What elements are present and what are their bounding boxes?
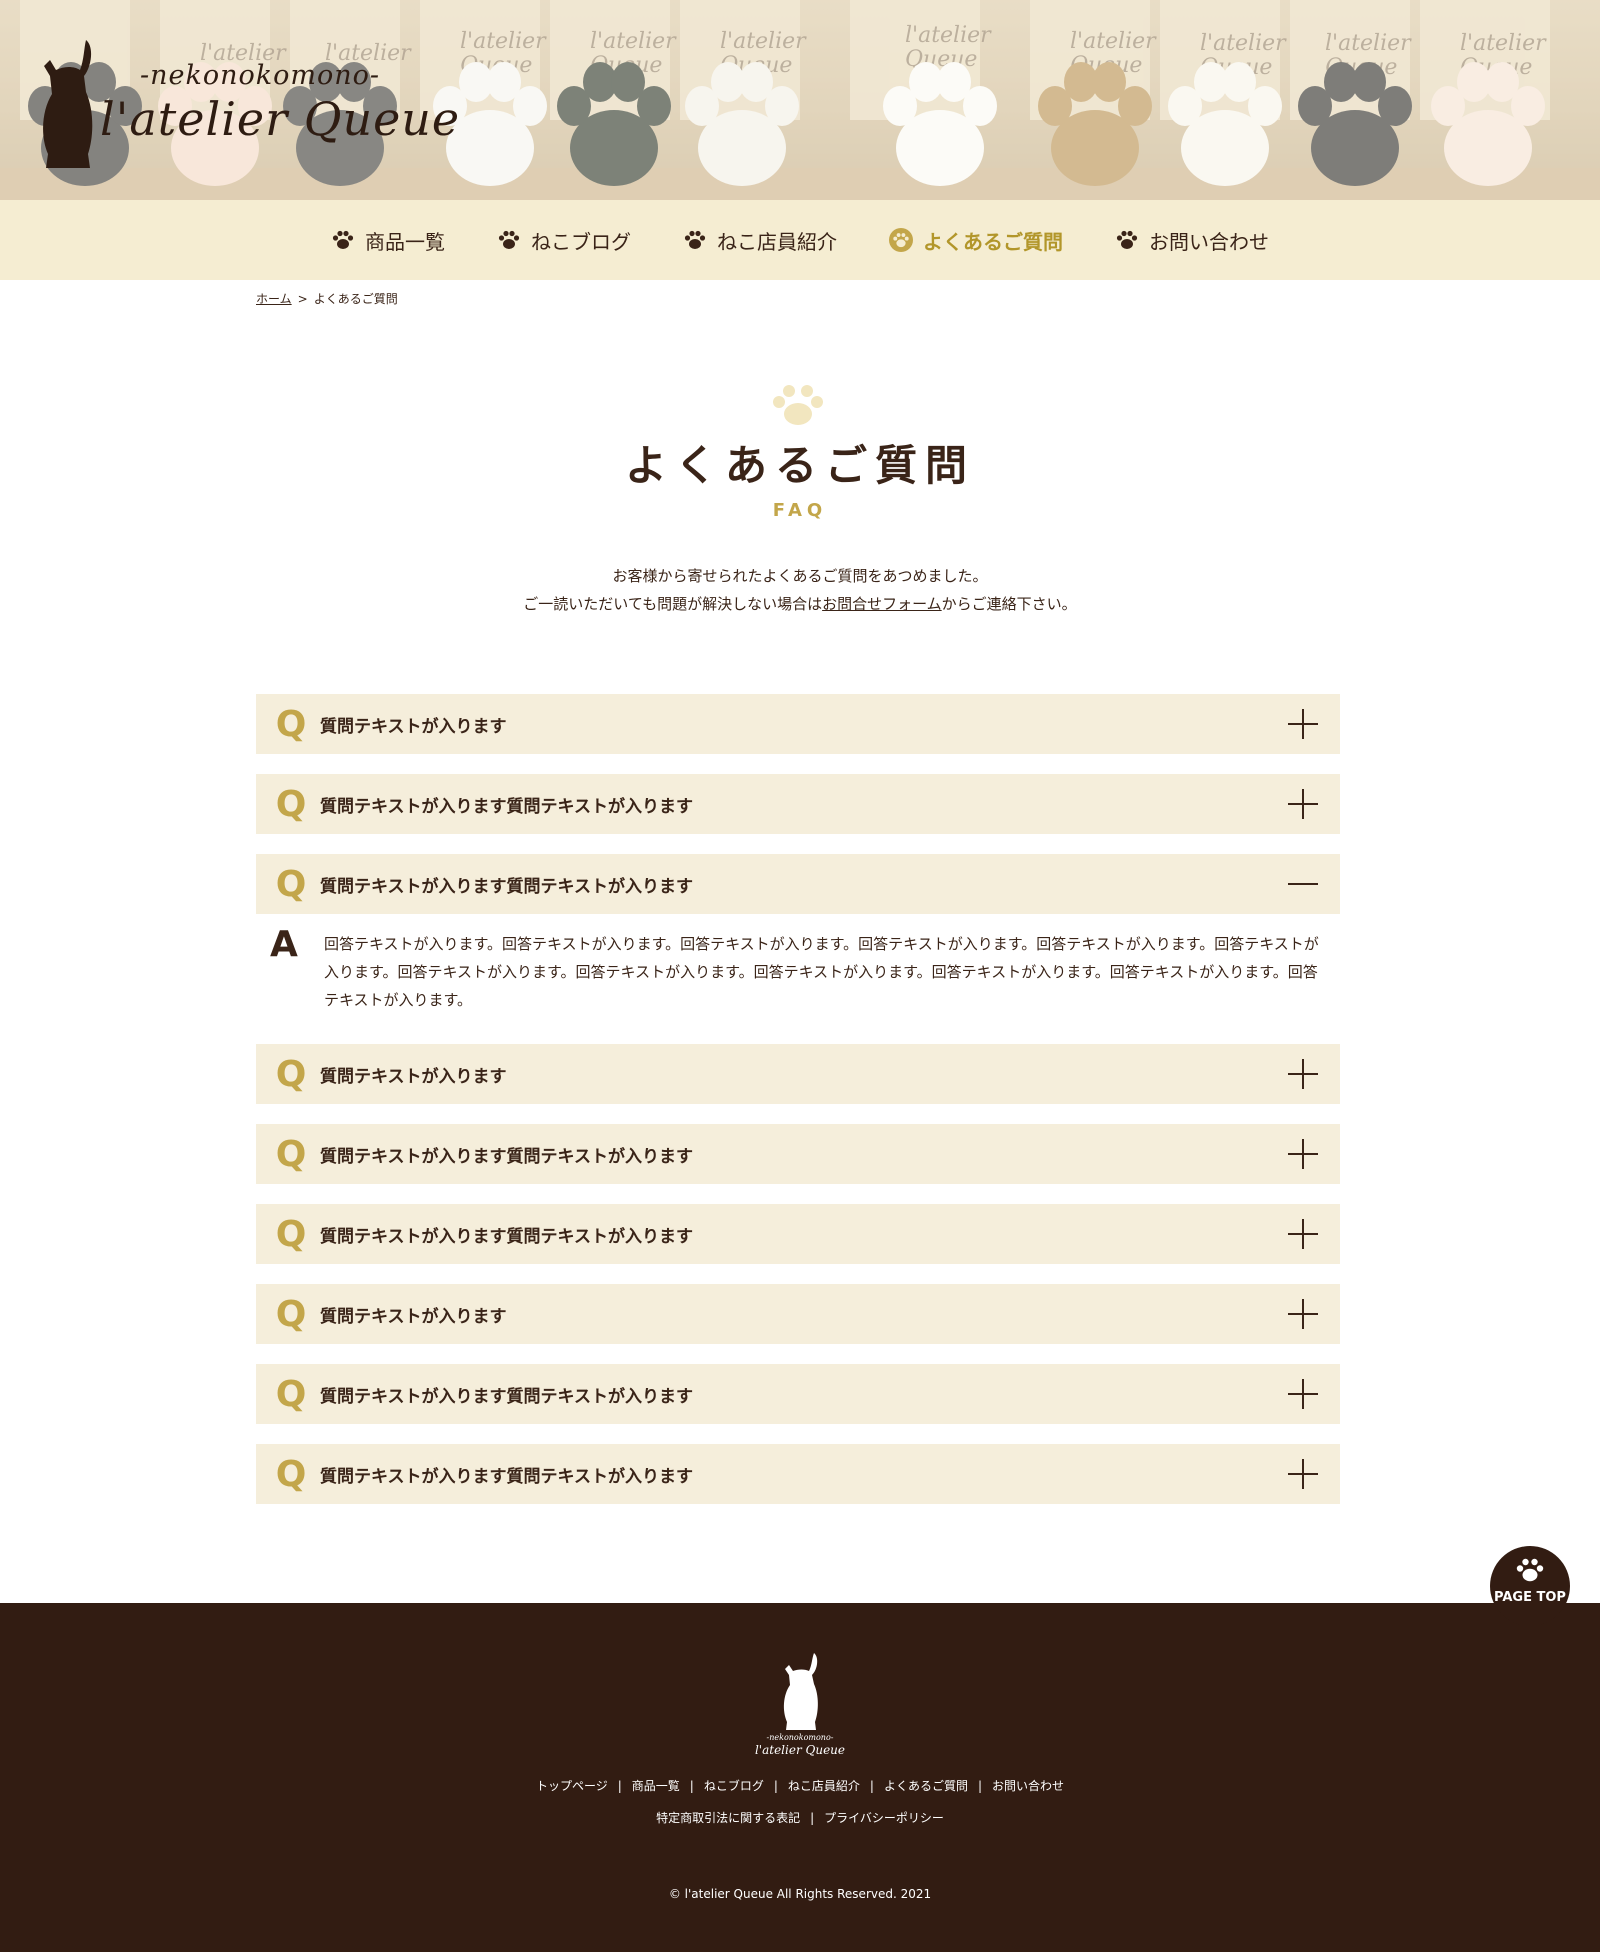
plus-icon — [1288, 1459, 1318, 1489]
site-footer: -nekonokomono- l'atelier Queue トップページ | … — [0, 1603, 1600, 1952]
paw-icon — [332, 230, 354, 249]
footer-link-contact[interactable]: お問い合わせ — [992, 1777, 1064, 1794]
footer-separator: | — [773, 1778, 778, 1793]
faq-answer-text: 回答テキストが入ります。回答テキストが入ります。回答テキストが入ります。回答テキ… — [324, 935, 1319, 1009]
faq-question-3[interactable]: Q 質問テキストが入ります質問テキストが入ります — [256, 854, 1340, 914]
nav-item-label: お問い合わせ — [1149, 229, 1269, 254]
a-mark: A — [270, 924, 298, 965]
footer-link-products[interactable]: 商品一覧 — [632, 1777, 680, 1794]
faq-question-text: 質問テキストが入ります質問テキストが入ります — [320, 876, 693, 897]
faq-question-text: 質問テキストが入ります質問テキストが入ります — [320, 796, 693, 817]
breadcrumb: ホーム > よくあるご質問 — [256, 290, 398, 307]
plus-icon — [1288, 1299, 1318, 1329]
faq-question-text: 質問テキストが入ります — [320, 716, 507, 737]
q-mark: Q — [275, 783, 307, 825]
footer-separator: | — [810, 1810, 815, 1825]
brand-name: l'atelier Queue — [100, 92, 461, 146]
nav-item-faq[interactable]: よくあるご質問 — [863, 200, 1089, 280]
faq-question-1[interactable]: Q 質問テキストが入ります — [256, 694, 1340, 754]
footer-brand-name: l'atelier Queue — [754, 1743, 846, 1757]
plus-icon — [1288, 789, 1318, 819]
paw-icon — [1116, 230, 1138, 249]
faq-question-9[interactable]: Q 質問テキストが入ります質問テキストが入ります — [256, 1444, 1340, 1504]
minus-icon — [1288, 869, 1318, 899]
intro-text: お客様から寄せられたよくあるご質問をあつめました。 ご一読いただいても問題が解決… — [0, 562, 1600, 618]
q-mark: Q — [275, 863, 307, 905]
intro-text-after: からご連絡下さい。 — [941, 595, 1077, 613]
faq-question-text: 質問テキストが入ります — [320, 1066, 507, 1087]
plus-icon — [1288, 1379, 1318, 1409]
q-mark: Q — [275, 1453, 307, 1495]
nav-item-label: よくあるご質問 — [923, 229, 1063, 254]
footer-link-blog[interactable]: ねこブログ — [704, 1777, 764, 1794]
copyright: © l'atelier Queue All Rights Reserved. 2… — [668, 1887, 932, 1901]
footer-link-staff[interactable]: ねこ店員紹介 — [788, 1777, 860, 1794]
paw-icon — [773, 385, 823, 425]
faq-question-6[interactable]: Q 質問テキストが入ります質問テキストが入ります — [256, 1204, 1340, 1264]
footer-logo[interactable]: -nekonokomono- l'atelier Queue — [740, 1651, 860, 1761]
hero-banner: l'atelier l'atelier l'atelierQueue l'ate… — [0, 0, 1600, 200]
site-logo[interactable]: -nekonokomono- l'atelier Queue — [28, 36, 459, 176]
footer-tagline: -nekonokomono- — [766, 1733, 834, 1742]
nav-item-label: ねこ店員紹介 — [717, 229, 837, 254]
page-top-label: PAGE TOP — [1494, 1590, 1566, 1605]
contact-form-link[interactable]: お問合せフォーム — [822, 595, 942, 613]
page-subtitle: FAQ — [772, 500, 828, 521]
footer-legal-links: 特定商取引法に関する表記 | プライバシーポリシー — [0, 1809, 1600, 1826]
faq-question-text: 質問テキストが入ります — [320, 1306, 507, 1327]
footer-separator: | — [869, 1778, 874, 1793]
faq-question-7[interactable]: Q 質問テキストが入ります — [256, 1284, 1340, 1344]
plus-icon — [1288, 1139, 1318, 1169]
plus-icon — [1288, 1219, 1318, 1249]
faq-question-text: 質問テキストが入ります質問テキストが入ります — [320, 1146, 693, 1167]
footer-link-commerce-law[interactable]: 特定商取引法に関する表記 — [656, 1809, 800, 1826]
intro-line-1: お客様から寄せられたよくあるご質問をあつめました。 — [612, 567, 988, 585]
faq-question-5[interactable]: Q 質問テキストが入ります質問テキストが入ります — [256, 1124, 1340, 1184]
footer-separator: | — [689, 1778, 694, 1793]
paw-icon — [1516, 1558, 1544, 1582]
nav-item-staff[interactable]: ねこ店員紹介 — [657, 200, 863, 280]
footer-link-privacy[interactable]: プライバシーポリシー — [824, 1809, 944, 1826]
faq-question-8[interactable]: Q 質問テキストが入ります質問テキストが入ります — [256, 1364, 1340, 1424]
nav-item-contact[interactable]: お問い合わせ — [1089, 200, 1295, 280]
paw-icon — [498, 230, 520, 249]
cat-silhouette-icon — [43, 40, 93, 168]
paw-circle-icon — [889, 228, 913, 252]
breadcrumb-separator: > — [297, 291, 308, 306]
nav-item-label: ねこブログ — [531, 229, 631, 254]
faq-question-text: 質問テキストが入ります質問テキストが入ります — [320, 1386, 693, 1407]
page-top-button[interactable]: PAGE TOP — [1490, 1546, 1570, 1626]
breadcrumb-current: よくあるご質問 — [313, 292, 398, 306]
paw-icon — [684, 230, 706, 249]
breadcrumb-home-link[interactable]: ホーム — [256, 290, 292, 307]
q-mark: Q — [275, 703, 307, 745]
intro-text-before: ご一読いただいても問題が解決しない場合は — [523, 595, 823, 613]
brand-tagline: -nekonokomono- — [140, 60, 380, 91]
intro-line-2: ご一読いただいても問題が解決しない場合はお問合せフォームからご連絡下さい。 — [0, 590, 1600, 618]
nav-item-blog[interactable]: ねこブログ — [471, 200, 657, 280]
nav-item-products[interactable]: 商品一覧 — [305, 200, 471, 280]
footer-separator: | — [617, 1778, 622, 1793]
page-title: よくあるご質問 — [624, 441, 975, 490]
cat-silhouette-icon — [783, 1653, 818, 1730]
faq-answer-3: A 回答テキストが入ります。回答テキストが入ります。回答テキストが入ります。回答… — [256, 920, 1340, 1020]
q-mark: Q — [275, 1053, 307, 1095]
global-nav: 商品一覧 ねこブログ ねこ店員紹介 よくあるご質問 お問い合わせ — [0, 200, 1600, 280]
faq-question-2[interactable]: Q 質問テキストが入ります質問テキストが入ります — [256, 774, 1340, 834]
footer-link-top[interactable]: トップページ — [536, 1777, 608, 1794]
nav-item-label: 商品一覧 — [365, 229, 445, 254]
faq-question-text: 質問テキストが入ります質問テキストが入ります — [320, 1466, 693, 1487]
plus-icon — [1288, 709, 1318, 739]
footer-separator: | — [977, 1778, 983, 1793]
footer-links: トップページ | 商品一覧 | ねこブログ | ねこ店員紹介 | よくあるご質問… — [0, 1777, 1600, 1794]
footer-link-faq[interactable]: よくあるご質問 — [884, 1777, 968, 1794]
plus-icon — [1288, 1059, 1318, 1089]
q-mark: Q — [275, 1293, 307, 1335]
q-mark: Q — [275, 1373, 307, 1415]
q-mark: Q — [275, 1213, 307, 1255]
faq-question-4[interactable]: Q 質問テキストが入ります — [256, 1044, 1340, 1104]
q-mark: Q — [275, 1133, 307, 1175]
faq-question-text: 質問テキストが入ります質問テキストが入ります — [320, 1226, 693, 1247]
